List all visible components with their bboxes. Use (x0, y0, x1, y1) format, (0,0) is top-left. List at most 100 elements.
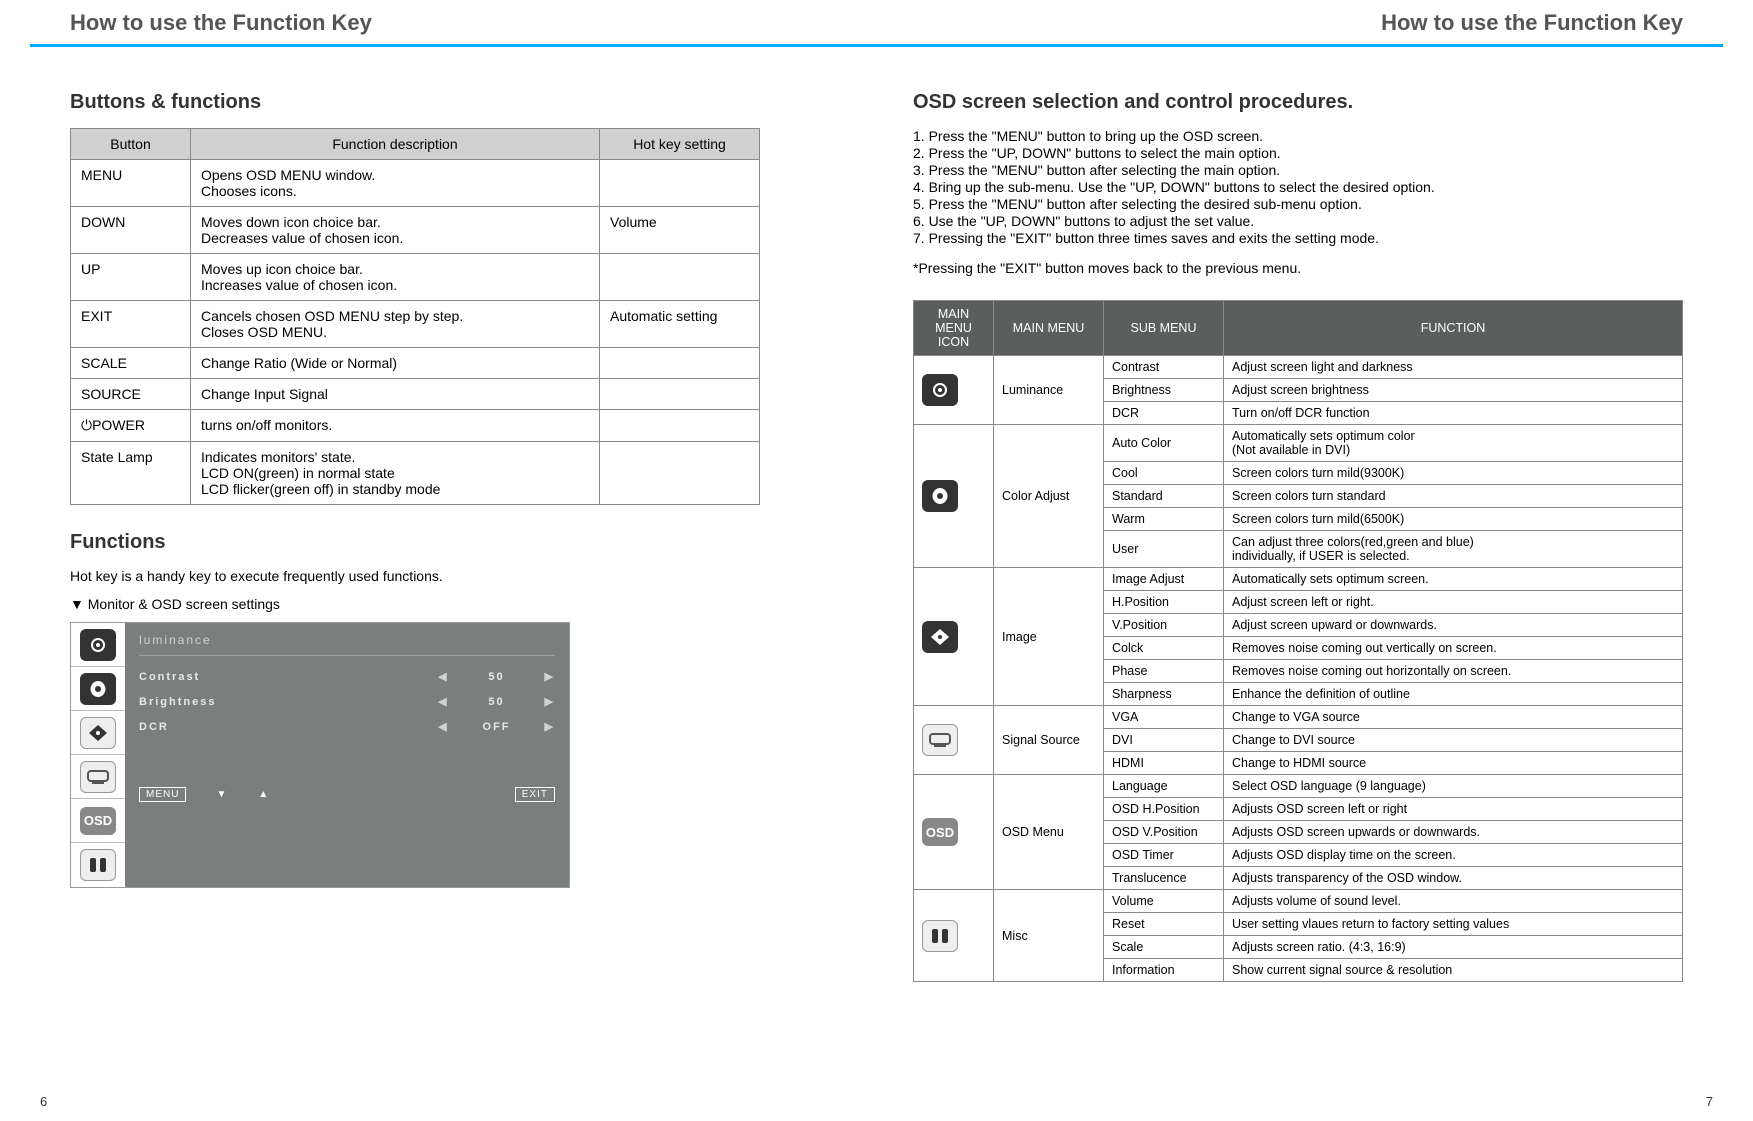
button-desc: Moves down icon choice bar. Decreases va… (191, 207, 600, 254)
procedure-note: *Pressing the "EXIT" button moves back t… (913, 260, 1683, 276)
button-desc: Change Input Signal (191, 379, 600, 410)
sub-menu-name: DVI (1104, 729, 1224, 752)
sub-menu-name: Phase (1104, 660, 1224, 683)
button-desc: Moves up icon choice bar. Increases valu… (191, 254, 600, 301)
right-arrow-icon: ▶ (545, 670, 555, 683)
button-hotkey: Automatic setting (600, 301, 760, 348)
color-adjust-icon (922, 480, 958, 512)
button-name: EXIT (71, 301, 191, 348)
buttons-header-button: Button (71, 129, 191, 160)
function-desc: Adjusts transparency of the OSD window. (1224, 867, 1683, 890)
page-title-right: How to use the Function Key (1381, 10, 1683, 36)
sub-menu-name: Sharpness (1104, 683, 1224, 706)
main-menu-icon-cell (914, 568, 994, 706)
button-name: UP (71, 254, 191, 301)
button-name: State Lamp (71, 442, 191, 505)
table-row: SCALEChange Ratio (Wide or Normal) (71, 348, 760, 379)
main-menu-name: Image (994, 568, 1104, 706)
right-arrow-icon: ▶ (545, 720, 555, 733)
left-column: Buttons & functions Button Function desc… (70, 87, 793, 982)
sub-menu-name: Standard (1104, 485, 1224, 508)
osdmenu-header-func: FUNCTION (1224, 301, 1683, 356)
right-column: OSD screen selection and control procedu… (913, 87, 1683, 982)
table-row: ImageImage AdjustAutomatically sets opti… (914, 568, 1683, 591)
procedure-step: 3. Press the "MENU" button after selecti… (913, 162, 1683, 178)
function-desc: Adjust screen left or right. (1224, 591, 1683, 614)
table-row: Signal SourceVGAChange to VGA source (914, 706, 1683, 729)
monitor-osd-heading: ▼ Monitor & OSD screen settings (70, 596, 793, 612)
functions-heading: Functions (70, 531, 793, 554)
osd-row-value: 50 (467, 671, 527, 683)
button-name: DOWN (71, 207, 191, 254)
sub-menu-name: Scale (1104, 936, 1224, 959)
function-desc: Change to DVI source (1224, 729, 1683, 752)
sub-menu-name: Reset (1104, 913, 1224, 936)
procedure-step: 1. Press the "MENU" button to bring up t… (913, 128, 1683, 144)
left-arrow-icon: ◀ (438, 695, 448, 708)
functions-subtext: Hot key is a handy key to execute freque… (70, 568, 793, 584)
image-icon (80, 717, 116, 749)
function-desc: Adjust screen upward or downwards. (1224, 614, 1683, 637)
sub-menu-name: VGA (1104, 706, 1224, 729)
buttons-table: Button Function description Hot key sett… (70, 128, 760, 505)
main-menu-icon-cell (914, 706, 994, 775)
osd-menu-icon: OSD (922, 818, 958, 846)
function-desc: Select OSD language (9 language) (1224, 775, 1683, 798)
function-desc: Screen colors turn mild(9300K) (1224, 462, 1683, 485)
signal-source-icon (80, 761, 116, 793)
osd-icon-strip: OSD (71, 623, 125, 887)
table-row: EXITCancels chosen OSD MENU step by step… (71, 301, 760, 348)
button-hotkey (600, 160, 760, 207)
table-row: Color AdjustAuto ColorAutomatically sets… (914, 425, 1683, 462)
osd-row-value: 50 (467, 696, 527, 708)
osdmenu-header-icon: MAIN MENU ICON (914, 301, 994, 356)
main-menu-name: Color Adjust (994, 425, 1104, 568)
button-hotkey (600, 348, 760, 379)
sub-menu-name: DCR (1104, 402, 1224, 425)
osd-row-label: DCR (139, 721, 420, 733)
sub-menu-name: OSD H.Position (1104, 798, 1224, 821)
osd-footer-down: ▼ (216, 789, 228, 800)
sub-menu-name: Language (1104, 775, 1224, 798)
osd-row-value: OFF (467, 721, 527, 733)
sub-menu-name: HDMI (1104, 752, 1224, 775)
osd-footer-up: ▲ (258, 789, 270, 800)
image-icon (922, 621, 958, 653)
procedure-step: 2. Press the "UP, DOWN" buttons to selec… (913, 145, 1683, 161)
misc-icon (922, 920, 958, 952)
header-divider (30, 44, 1723, 47)
function-desc: Turn on/off DCR function (1224, 402, 1683, 425)
function-desc: Adjusts volume of sound level. (1224, 890, 1683, 913)
table-row: LuminanceContrastAdjust screen light and… (914, 356, 1683, 379)
table-row: MENUOpens OSD MENU window. Chooses icons… (71, 160, 760, 207)
osd-footer-menu: MENU (139, 787, 186, 802)
button-hotkey (600, 254, 760, 301)
button-name: SOURCE (71, 379, 191, 410)
button-hotkey (600, 379, 760, 410)
sub-menu-name: Colck (1104, 637, 1224, 660)
procedure-step: 4. Bring up the sub-menu. Use the "UP, D… (913, 179, 1683, 195)
buttons-header-hotkey: Hot key setting (600, 129, 760, 160)
main-menu-name: Signal Source (994, 706, 1104, 775)
procedure-step: 6. Use the "UP, DOWN" buttons to adjust … (913, 213, 1683, 229)
osd-panel: luminance Contrast◀50▶Brightness◀50▶DCR◀… (125, 623, 569, 887)
button-name: MENU (71, 160, 191, 207)
function-desc: Removes noise coming out vertically on s… (1224, 637, 1683, 660)
table-row: MiscVolumeAdjusts volume of sound level. (914, 890, 1683, 913)
osdmenu-header-sub: SUB MENU (1104, 301, 1224, 356)
function-desc: Adjusts OSD screen left or right (1224, 798, 1683, 821)
procedure-steps: 1. Press the "MENU" button to bring up t… (913, 128, 1683, 246)
function-desc: Change to VGA source (1224, 706, 1683, 729)
button-desc: Change Ratio (Wide or Normal) (191, 348, 600, 379)
sub-menu-name: Cool (1104, 462, 1224, 485)
osd-row-label: Contrast (139, 671, 420, 683)
button-hotkey (600, 410, 760, 442)
function-desc: Show current signal source & resolution (1224, 959, 1683, 982)
osd-mock: OSD luminance Contrast◀50▶Brightness◀50▶… (70, 622, 570, 888)
luminance-icon (922, 374, 958, 406)
table-row: OSDOSD MenuLanguageSelect OSD language (… (914, 775, 1683, 798)
osd-panel-title: luminance (139, 633, 555, 647)
button-hotkey: Volume (600, 207, 760, 254)
main-menu-name: Luminance (994, 356, 1104, 425)
button-desc: turns on/off monitors. (191, 410, 600, 442)
